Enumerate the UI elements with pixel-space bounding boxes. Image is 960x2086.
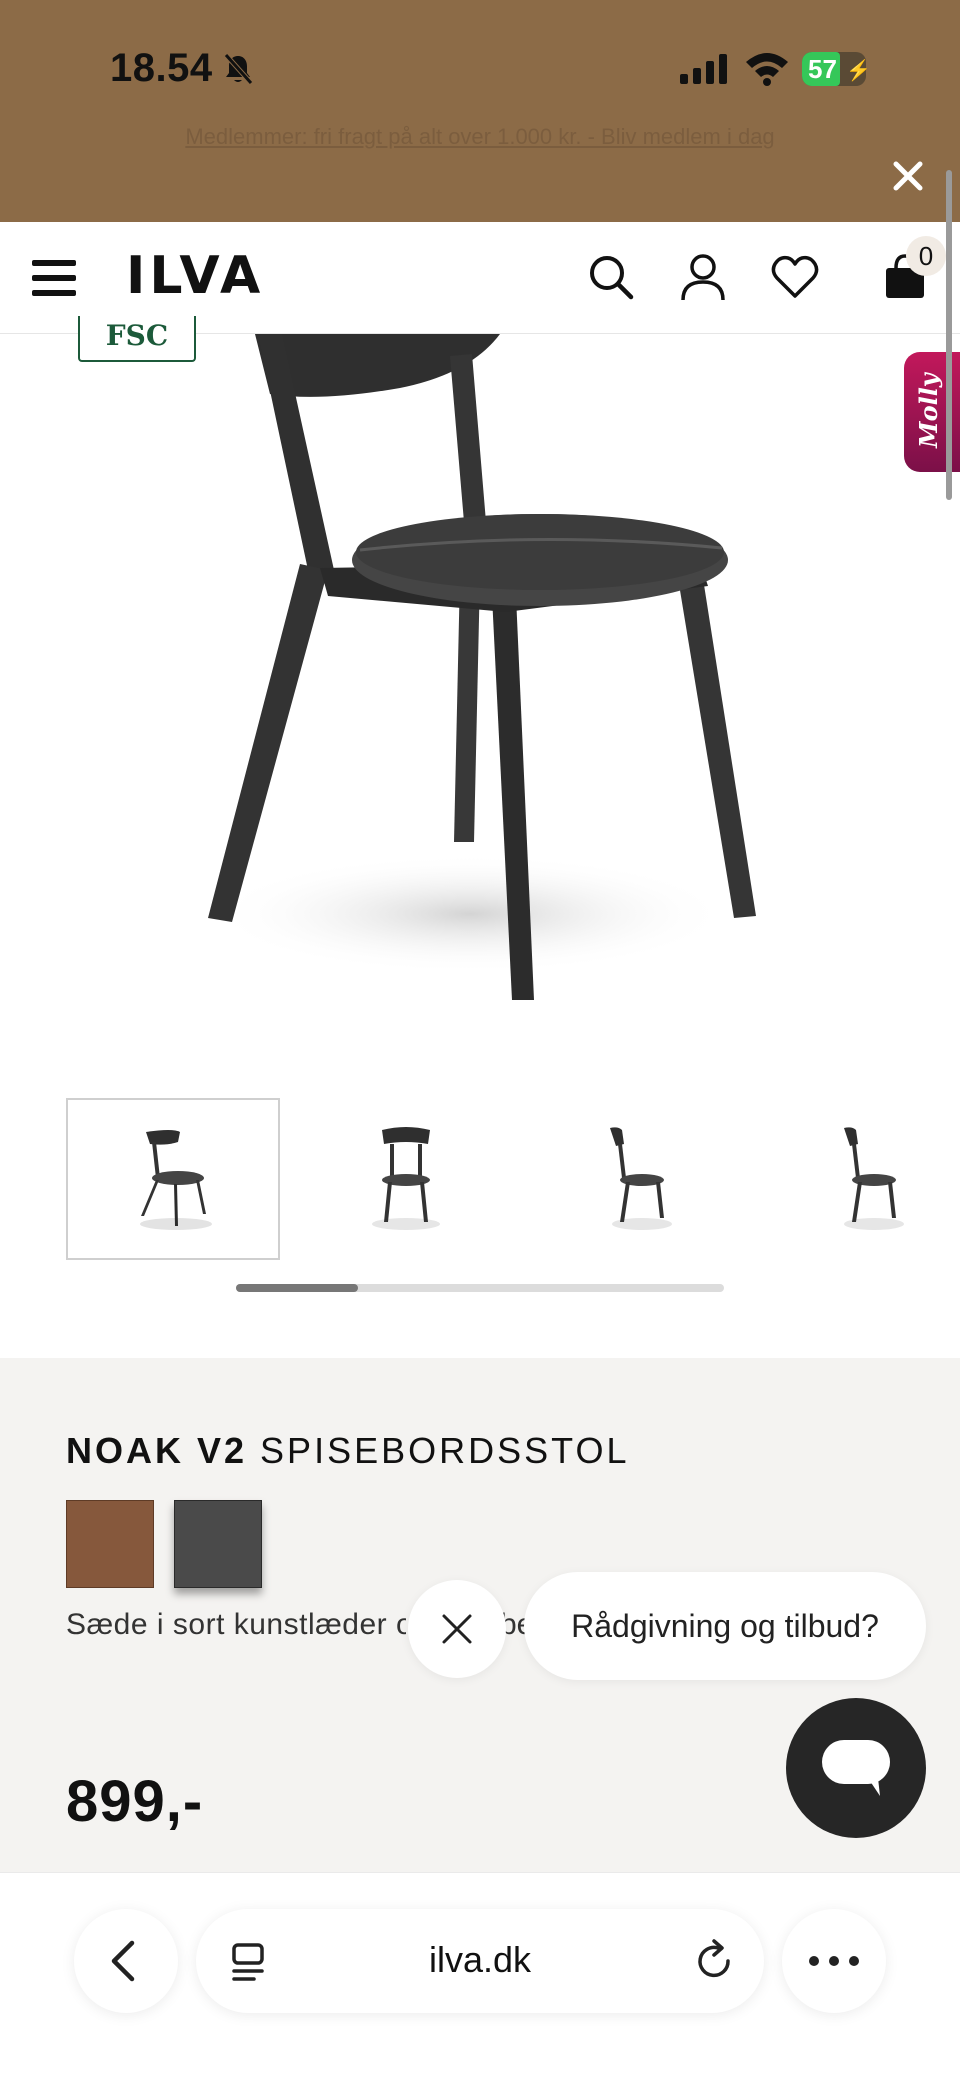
user-account-icon[interactable] xyxy=(678,252,728,302)
bell-muted-icon xyxy=(224,53,253,85)
product-price: 899,- xyxy=(66,1769,204,1834)
close-icon[interactable] xyxy=(888,156,928,196)
molly-label: Molly xyxy=(914,373,943,448)
top-banner: 18.54 57 ⚡ Medlemmer: fri fragt på alt o… xyxy=(0,0,960,222)
fsc-badge: FSC xyxy=(78,316,196,362)
thumbnail-2[interactable] xyxy=(298,1098,512,1260)
chat-launcher-button[interactable] xyxy=(786,1698,926,1838)
chevron-left-icon xyxy=(111,1940,135,1982)
cart-count-badge: 0 xyxy=(906,236,946,276)
thumbnail-1[interactable] xyxy=(66,1098,280,1260)
banner-message[interactable]: Medlemmer: fri fragt på alt over 1.000 k… xyxy=(0,124,960,150)
chat-prompt-close-button[interactable] xyxy=(408,1580,506,1678)
chat-prompt-bubble[interactable]: Rådgivning og tilbud? xyxy=(524,1572,926,1680)
battery-level: 57 xyxy=(808,54,837,84)
reload-icon[interactable] xyxy=(694,1939,738,1985)
color-swatch-brown[interactable] xyxy=(66,1500,154,1588)
wifi-icon xyxy=(746,53,788,86)
cellular-signal-icon xyxy=(680,54,727,84)
charging-bolt-icon: ⚡ xyxy=(846,60,871,82)
product-name-type: SPISEBORDSSTOL xyxy=(260,1430,630,1471)
ellipsis-icon xyxy=(809,1956,859,1966)
gallery-scroll-thumb[interactable] xyxy=(236,1284,358,1292)
product-title: NOAK V2 SPISEBORDSSTOL xyxy=(66,1430,630,1472)
thumbnail-3[interactable] xyxy=(530,1098,744,1260)
browser-toolbar: ilva.dk xyxy=(0,1872,960,2086)
wishlist-heart-icon[interactable] xyxy=(770,252,820,302)
product-image[interactable] xyxy=(0,334,960,1054)
battery-icon: 57 ⚡ xyxy=(802,52,871,86)
close-icon xyxy=(442,1614,472,1644)
product-description: Sæde i sort kunstlæder og xyxy=(66,1608,406,1641)
hamburger-menu-icon[interactable] xyxy=(32,260,76,296)
url-text: ilva.dk xyxy=(428,1939,532,1980)
ilva-logo[interactable]: ILVA xyxy=(126,246,264,306)
back-button[interactable] xyxy=(74,1909,178,2013)
status-time: 18.54 xyxy=(110,46,213,90)
gallery-scroll-indicator[interactable] xyxy=(236,1284,724,1292)
more-options-button[interactable] xyxy=(782,1909,886,2013)
chat-bubble-icon xyxy=(822,1740,890,1796)
page-scrollbar[interactable] xyxy=(946,170,952,500)
color-swatch-dark-grey[interactable] xyxy=(174,1500,262,1588)
search-icon[interactable] xyxy=(586,252,636,302)
address-bar[interactable]: ilva.dk xyxy=(196,1909,764,2013)
thumbnail-4[interactable] xyxy=(762,1098,960,1260)
product-name-bold: NOAK V2 xyxy=(66,1430,248,1471)
